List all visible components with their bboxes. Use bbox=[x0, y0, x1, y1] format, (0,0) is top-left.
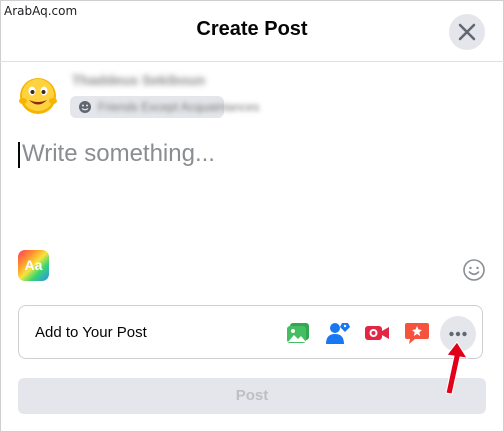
close-icon bbox=[458, 23, 476, 41]
dialog-title: Create Post bbox=[196, 18, 308, 40]
post-text-input[interactable] bbox=[22, 140, 462, 168]
close-button[interactable] bbox=[449, 14, 485, 50]
audience-label: Friends Except Acquaintances bbox=[98, 100, 260, 114]
smile-icon[interactable] bbox=[462, 258, 486, 282]
avatar bbox=[19, 78, 57, 114]
audience-selector[interactable]: Friends Except Acquaintances bbox=[70, 96, 259, 118]
create-post-dialog bbox=[0, 0, 504, 432]
live-video-icon[interactable] bbox=[364, 320, 390, 346]
photo-video-icon[interactable] bbox=[285, 320, 311, 346]
feeling-activity-icon[interactable] bbox=[404, 320, 430, 346]
watermark: ArabAq.com bbox=[4, 4, 78, 18]
arrow-annotation-icon bbox=[445, 341, 468, 395]
post-button[interactable]: Post bbox=[18, 378, 486, 414]
background-style-button[interactable]: Aa bbox=[18, 250, 49, 281]
friends-icon bbox=[79, 101, 91, 113]
header-divider bbox=[0, 61, 504, 62]
tag-people-icon[interactable] bbox=[325, 320, 351, 346]
add-to-post-label: Add to Your Post bbox=[35, 324, 147, 341]
add-to-post-panel: Add to Your Post bbox=[18, 305, 483, 359]
text-cursor bbox=[18, 142, 20, 168]
user-name: Thaddeus Sekiboun bbox=[72, 72, 206, 88]
